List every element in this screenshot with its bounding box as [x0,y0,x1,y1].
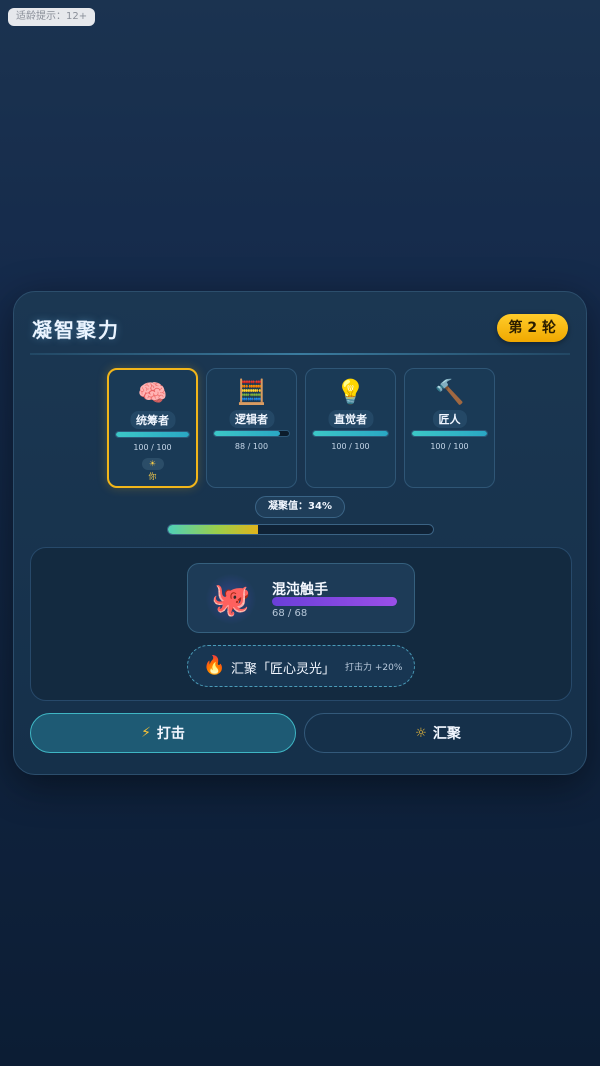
enemy-card[interactable]: 🐙 混沌触手 68 / 68 [187,563,415,633]
character-card[interactable]: 💡 直觉者 100 / 100 [305,368,396,488]
enemy-name: 混沌触手 [272,582,328,598]
gather-status-text: 汇聚「匠心灵光」 [231,662,336,677]
page-title: 凝智聚力 [32,318,120,342]
sun-icon: ☀ [141,458,164,470]
character-card[interactable]: 🔨 匠人 100 / 100 [404,368,495,488]
character-hp-fill [116,432,189,437]
character-card[interactable]: 🧠 统筹者 100 / 100 ☀ 你 [107,368,198,488]
character-hp-bar [411,430,488,437]
character-hp-text: 88 / 100 [234,442,269,451]
game-panel: 凝智聚力 第 2 轮 🧠 统筹者 100 / 100 ☀ 你 🧮 逻辑者 88 … [13,291,587,775]
character-hp-fill [412,431,487,436]
focus-progress-bar [167,524,434,535]
brain-icon: 🧠 [137,379,168,407]
character-hp-text: 100 / 100 [430,442,469,451]
sun-icon: ☼ [415,725,427,741]
character-hp-text: 100 / 100 [133,443,172,452]
gather-status: 🔥 汇聚「匠心灵光」 打击力 +20% [187,645,415,687]
character-name: 统筹者 [130,411,175,429]
enemy-hp-text: 68 / 68 [272,608,308,619]
character-list: 🧠 统筹者 100 / 100 ☀ 你 🧮 逻辑者 88 / 100 💡 直觉者… [107,368,495,488]
focus-value-label: 凝聚值：34% [255,496,345,518]
gather-bonus-text: 打击力 +20% [345,663,403,673]
age-rating-tip: 适龄提示：12+ [8,8,96,26]
focus-progress-fill [168,525,259,534]
character-hp-bar [213,430,290,437]
you-label: 你 [148,472,157,481]
character-card[interactable]: 🧮 逻辑者 88 / 100 [206,368,297,488]
lightbulb-icon: 💡 [335,378,366,406]
character-hp-bar [115,431,190,438]
octopus-icon: 🐙 [206,574,256,624]
abacus-icon: 🧮 [236,378,267,406]
gather-button-label: 汇聚 [432,726,461,742]
enemy-hp-bar [272,597,397,606]
title-divider [30,353,570,355]
round-badge: 第 2 轮 [496,314,568,342]
character-hp-fill [313,431,388,436]
fire-icon: 🔥 [203,655,226,676]
character-hp-fill [214,431,280,436]
strike-button-label: 打击 [156,726,185,742]
character-hp-bar [312,430,389,437]
hammer-icon: 🔨 [434,378,465,406]
character-name: 直觉者 [328,410,373,428]
character-hp-text: 100 / 100 [331,442,370,451]
character-name: 逻辑者 [229,410,274,428]
strike-button[interactable]: ⚡ 打击 [30,713,296,753]
character-name: 匠人 [432,410,467,428]
gather-button[interactable]: ☼ 汇聚 [304,713,572,753]
enemy-hp-fill [272,597,397,606]
lightning-icon: ⚡ [141,725,151,741]
battle-area: 🐙 混沌触手 68 / 68 🔥 汇聚「匠心灵光」 打击力 +20% [30,547,572,701]
